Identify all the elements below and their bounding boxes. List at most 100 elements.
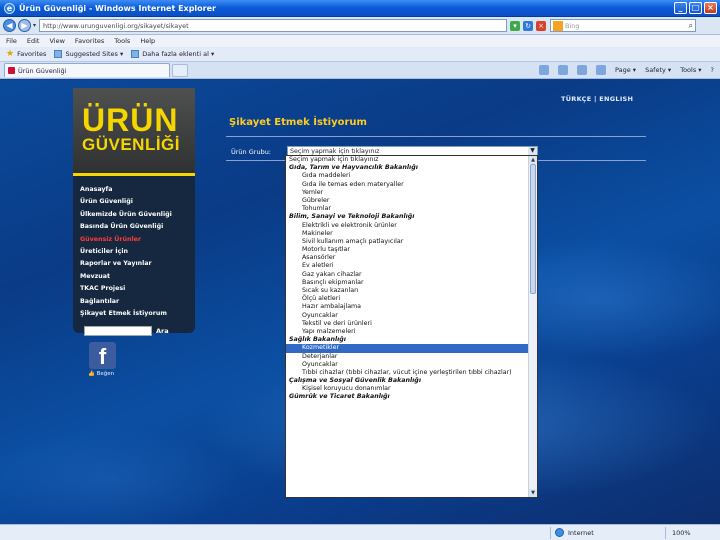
sidebar-item-ureticiler[interactable]: Üreticiler İçin bbox=[80, 246, 195, 258]
dropdown-option[interactable]: Tohumlar bbox=[286, 205, 537, 213]
dropdown-option[interactable]: Elektrikli ve elektronik ürünler bbox=[286, 222, 537, 230]
language-switch[interactable]: TÜRKÇE | ENGLISH bbox=[561, 95, 633, 103]
product-group-label: Ürün Grubu: bbox=[231, 148, 271, 156]
tools-menu[interactable]: Tools ▾ bbox=[680, 66, 701, 74]
facebook-like-button[interactable]: 👍 Beğen bbox=[88, 371, 114, 377]
scroll-thumb[interactable] bbox=[530, 164, 536, 294]
safety-menu[interactable]: Safety ▾ bbox=[645, 66, 671, 74]
command-bar: Page ▾ Safety ▾ Tools ▾ ? bbox=[539, 65, 720, 75]
dropdown-option[interactable]: Gaz yakan cihazlar bbox=[286, 271, 537, 279]
dropdown-option[interactable]: Seçim yapmak için tıklayınız bbox=[286, 156, 537, 164]
sidebar-item-raporlar[interactable]: Raporlar ve Yayınlar bbox=[80, 258, 195, 270]
menu-favorites[interactable]: Favorites bbox=[75, 37, 104, 45]
dropdown-scrollbar[interactable]: ▲ ▼ bbox=[528, 156, 537, 497]
bing-icon bbox=[553, 20, 564, 31]
dropdown-option[interactable]: Oyuncaklar bbox=[286, 361, 537, 369]
forward-button[interactable]: ▶ bbox=[18, 19, 31, 32]
status-bar: Internet 100% bbox=[0, 524, 720, 540]
facebook-icon[interactable]: f bbox=[89, 342, 116, 369]
compatibility-icon[interactable]: ▾ bbox=[510, 20, 521, 31]
window-title: Ürün Güvenliği - Windows Internet Explor… bbox=[19, 3, 216, 13]
ie-logo-icon: e bbox=[4, 2, 15, 14]
scroll-down-icon[interactable]: ▼ bbox=[529, 489, 537, 497]
site-logo[interactable]: ÜRÜN GÜVENLİĞİ bbox=[73, 88, 195, 176]
sidebar-item-mevzuat[interactable]: Mevzuat bbox=[80, 271, 195, 283]
sidebar-search-input[interactable] bbox=[84, 326, 152, 336]
dropdown-option[interactable]: Gıda maddeleri bbox=[286, 172, 537, 180]
star-icon: ★ bbox=[6, 49, 15, 59]
refresh-icon[interactable]: ↻ bbox=[523, 20, 534, 31]
back-button[interactable]: ◀ bbox=[3, 19, 16, 32]
menu-help[interactable]: Help bbox=[140, 37, 155, 45]
security-zone: Internet bbox=[555, 528, 594, 537]
dropdown-list: Seçim yapmak için tıklayınız Gıda, Tarım … bbox=[286, 156, 537, 402]
dropdown-option[interactable]: Oyuncaklar bbox=[286, 312, 537, 320]
minimize-button[interactable]: _ bbox=[674, 2, 687, 14]
sidebar-item-urun-guvenligi[interactable]: Ürün Güvenliği bbox=[80, 196, 195, 208]
dropdown-option[interactable]: Sıcak su kazanları bbox=[286, 287, 537, 295]
menu-edit[interactable]: Edit bbox=[27, 37, 40, 45]
tab-bar: Ürün Güvenliği Page ▾ Safety ▾ Tools ▾ ? bbox=[0, 62, 720, 79]
dropdown-option[interactable]: Gübreler bbox=[286, 197, 537, 205]
tab-label: Ürün Güvenliği bbox=[18, 66, 67, 75]
history-dropdown-icon[interactable]: ▾ bbox=[33, 22, 36, 29]
dropdown-option[interactable]: Makineler bbox=[286, 230, 537, 238]
sidebar-item-anasayfa[interactable]: Anasayfa bbox=[80, 184, 195, 196]
search-placeholder: Bing bbox=[565, 21, 580, 30]
dropdown-option[interactable]: Deterjanlar bbox=[286, 353, 537, 361]
sidebar-item-ulkemizde[interactable]: Ülkemizde Ürün Güvenliği bbox=[80, 209, 195, 221]
menu-file[interactable]: File bbox=[6, 37, 17, 45]
divider bbox=[226, 136, 646, 137]
globe-icon bbox=[555, 528, 564, 537]
page-menu[interactable]: Page ▾ bbox=[615, 66, 636, 74]
dropdown-option[interactable]: Tekstil ve deri ürünleri bbox=[286, 320, 537, 328]
search-icon[interactable]: ⌕ bbox=[689, 21, 693, 31]
dropdown-option[interactable]: Hazır ambalajlama bbox=[286, 303, 537, 311]
dropdown-option[interactable]: Ölçü aletleri bbox=[286, 295, 537, 303]
dropdown-option[interactable]: Ev aletleri bbox=[286, 262, 537, 270]
maximize-button[interactable]: □ bbox=[689, 2, 702, 14]
address-url: http://www.urunguvenligi.org/sikayet/sik… bbox=[43, 21, 189, 30]
favorites-button[interactable]: ★ Favorites bbox=[6, 49, 46, 59]
dropdown-option[interactable]: Kozmetikler bbox=[286, 344, 537, 353]
sidebar-item-guvensiz-urunler[interactable]: Güvensiz Ürünler bbox=[80, 234, 195, 246]
dropdown-option[interactable]: Tıbbi cihazlar (tıbbi cihazlar, vücut iç… bbox=[286, 369, 537, 377]
close-button[interactable]: × bbox=[704, 2, 717, 14]
search-button[interactable]: Ara bbox=[156, 327, 169, 335]
zoom-level[interactable]: 100% bbox=[672, 529, 691, 537]
dropdown-option[interactable]: Yapı malzemeleri bbox=[286, 328, 537, 336]
dropdown-group-header: Gıda, Tarım ve Hayvancılık Bakanlığı bbox=[289, 164, 418, 172]
mail-icon[interactable] bbox=[577, 65, 587, 75]
favorites-item[interactable]: Suggested Sites ▾ bbox=[54, 50, 123, 58]
sidebar-item-basinda[interactable]: Basında Ürün Güvenliği bbox=[80, 221, 195, 233]
dropdown-option[interactable]: Asansörler bbox=[286, 254, 537, 262]
sidebar-item-sikayet[interactable]: Şikayet Etmek İstiyorum bbox=[80, 308, 195, 320]
menu-view[interactable]: View bbox=[49, 37, 64, 45]
menu-bar: File Edit View Favorites Tools Help bbox=[0, 35, 720, 47]
address-input[interactable]: http://www.urunguvenligi.org/sikayet/sik… bbox=[39, 19, 508, 32]
new-tab-button[interactable] bbox=[172, 63, 188, 77]
search-input[interactable]: Bing ⌕ bbox=[550, 19, 697, 32]
sidebar-item-tkac[interactable]: TKAC Projesi bbox=[80, 283, 195, 295]
stop-icon[interactable]: × bbox=[536, 20, 547, 31]
chevron-down-icon[interactable]: ▼ bbox=[528, 147, 537, 155]
tab-active[interactable]: Ürün Güvenliği bbox=[4, 63, 170, 77]
dropdown-option[interactable]: Motorlu taşıtlar bbox=[286, 246, 537, 254]
dropdown-option[interactable]: Sivil kullanım amaçlı patlayıcılar bbox=[286, 238, 537, 246]
favorites-label: Favorites bbox=[17, 50, 47, 58]
dropdown-option[interactable]: Basınçlı ekipmanlar bbox=[286, 279, 537, 287]
sidebar-search: Ara bbox=[84, 326, 169, 336]
menu-tools[interactable]: Tools bbox=[114, 37, 130, 45]
dropdown-option[interactable]: Gıda ile temas eden materyaller bbox=[286, 181, 537, 189]
feeds-icon[interactable] bbox=[558, 65, 568, 75]
favorites-item[interactable]: Daha fazla eklenti al ▾ bbox=[131, 50, 214, 58]
help-menu[interactable]: ? bbox=[711, 66, 714, 74]
dropdown-option[interactable]: Yemler bbox=[286, 189, 537, 197]
home-icon[interactable] bbox=[539, 65, 549, 75]
scroll-up-icon[interactable]: ▲ bbox=[529, 156, 537, 164]
print-icon[interactable] bbox=[596, 65, 606, 75]
sidebar-item-baglantilar[interactable]: Bağlantılar bbox=[80, 296, 195, 308]
favorites-item-label: Suggested Sites ▾ bbox=[65, 50, 124, 58]
favorites-item-label: Daha fazla eklenti al ▾ bbox=[142, 50, 215, 58]
page-content: TÜRKÇE | ENGLISH ÜRÜN GÜVENLİĞİ Anasayfa… bbox=[0, 80, 720, 524]
